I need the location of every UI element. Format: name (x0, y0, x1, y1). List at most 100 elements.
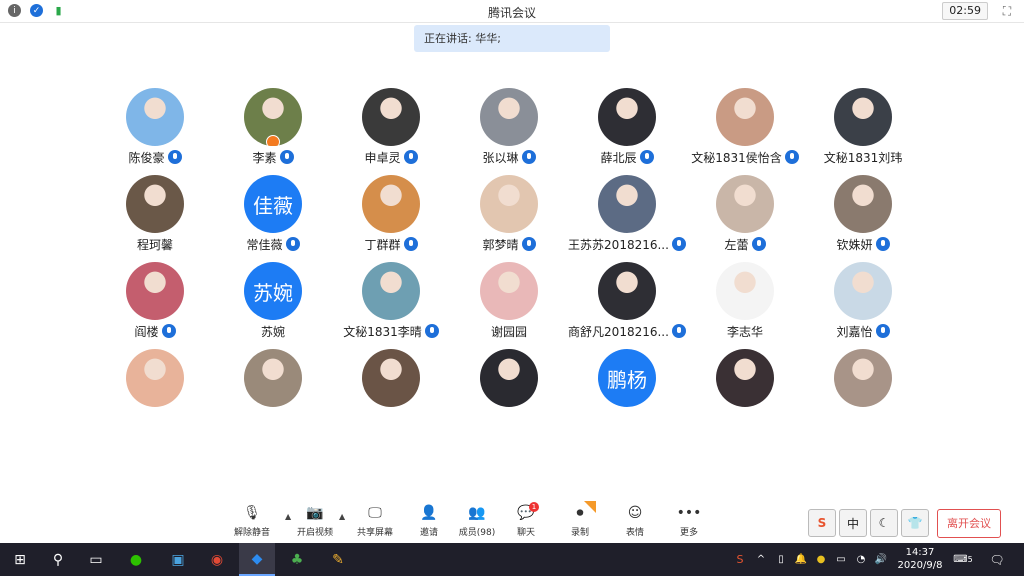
paint-icon[interactable]: ✎ (320, 543, 356, 576)
ime-skin-icon[interactable]: 👕 (901, 509, 929, 537)
start-video-button[interactable]: 📷 开启视频 (287, 503, 343, 538)
leave-meeting-button[interactable]: 离开会议 (937, 509, 1001, 538)
participant-tile[interactable] (96, 349, 214, 436)
participant-tile[interactable] (332, 349, 450, 436)
participant-tile[interactable]: 王苏苏2018216... (568, 175, 686, 262)
unmute-button[interactable]: 🎙 解除静音 (224, 503, 280, 538)
participant-tile[interactable]: 薛北辰 (568, 88, 686, 175)
chat-badge: 1 (529, 502, 539, 512)
participant-tile[interactable] (686, 349, 804, 436)
participant-tile[interactable]: 刘嘉怡 (804, 262, 922, 349)
host-badge-icon (266, 135, 280, 146)
windows-start-icon[interactable]: ⊞ (2, 543, 38, 576)
tray-expand-icon[interactable]: ^ (752, 543, 770, 576)
participant-tile[interactable]: 鹏杨 (568, 349, 686, 436)
mic-icon (671, 237, 686, 251)
more-label: 更多 (679, 528, 698, 538)
participant-tile[interactable]: 程珂馨 (96, 175, 214, 262)
participant-row: 陈俊豪 李素 申卓灵 张以琳 薛北辰 文秘1831侯怡含 文秘1831刘玮 (96, 88, 936, 175)
meeting-timer: 02:59 (942, 2, 988, 20)
fullscreen-icon[interactable]: ⛶ (1000, 4, 1014, 18)
tencent-meeting-icon[interactable]: ◆ (239, 543, 275, 576)
participant-tile[interactable]: 佳薇 常佳薇 (214, 175, 332, 262)
mic-icon (521, 237, 536, 251)
participant-tile[interactable]: 谢园园 (450, 262, 568, 349)
participant-tile[interactable]: 文秘1831侯怡含 (686, 88, 804, 175)
members-label: 成员(98) (458, 528, 496, 538)
participant-name: 阎楼 (134, 324, 159, 339)
action-center-icon[interactable]: 🗨 (984, 543, 1010, 576)
mic-icon (279, 150, 294, 164)
avatar (480, 262, 538, 320)
more-button[interactable]: ••• 更多 (661, 503, 717, 538)
wechat-icon[interactable]: ● (118, 543, 154, 576)
search-icon[interactable]: ⚲ (40, 543, 76, 576)
participant-tile[interactable]: 左蕾 (686, 175, 804, 262)
participant-name: 文秘1831李晴 (343, 324, 422, 339)
participant-tile[interactable]: 丁群群 (332, 175, 450, 262)
participant-tile[interactable] (214, 349, 332, 436)
avatar (834, 175, 892, 233)
participant-row: 阎楼 苏婉 苏婉 文秘1831李晴 谢园园 商舒凡2018216... 李志华刘嘉怡 (96, 262, 936, 349)
participant-tile[interactable]: 钦姝妍 (804, 175, 922, 262)
video-off-icon: 📷 (306, 505, 324, 521)
ime-moon-icon[interactable]: ☾ (870, 509, 898, 537)
participant-name: 程珂馨 (136, 237, 173, 252)
participant-name-line: 谢园园 (491, 323, 527, 339)
task-view-icon[interactable]: ▭ (78, 543, 114, 576)
clover-icon[interactable]: ♣ (279, 543, 315, 576)
chat-button[interactable]: 💬 1 聊天 (498, 502, 554, 538)
participant-name-line: 左蕾 (724, 236, 766, 252)
security-tray-icon[interactable]: ● (812, 543, 830, 576)
participant-name: 陈俊豪 (128, 150, 165, 165)
avatar (126, 349, 184, 407)
mic-icon (403, 237, 418, 251)
chrome-icon[interactable]: ◉ (199, 543, 235, 576)
participant-tile[interactable]: 郭梦晴 (450, 175, 568, 262)
taskbar-clock[interactable]: 14:37 2020/9/8 (893, 546, 947, 572)
participant-tile[interactable]: 文秘1831李晴 (332, 262, 450, 349)
participant-tile[interactable]: 申卓灵 (332, 88, 450, 175)
computer-icon[interactable]: ▣ (160, 543, 196, 576)
participant-tile[interactable]: 文秘1831刘玮 (804, 88, 922, 175)
volume-icon[interactable]: 🔊 (872, 543, 890, 576)
participant-tile[interactable]: 李素 (214, 88, 332, 175)
battery-icon[interactable]: ▭ (832, 543, 850, 576)
share-screen-button[interactable]: 🖵 共享屏幕 (347, 503, 403, 538)
keyboard-icon[interactable]: ⌨ 5 (950, 543, 976, 576)
record-button[interactable]: ⏺ 录制 (552, 501, 608, 538)
wifi-icon[interactable]: ◔ (852, 543, 870, 576)
participant-tile[interactable] (450, 349, 568, 436)
participant-tile[interactable]: 李志华 (686, 262, 804, 349)
participant-tile[interactable]: 商舒凡2018216... (568, 262, 686, 349)
avatar (480, 349, 538, 407)
mic-icon (875, 237, 890, 251)
participant-name: 刘嘉怡 (836, 324, 873, 339)
title-bar: i ✓ ▮ 腾讯会议 02:59 ⛶ (0, 0, 1024, 23)
record-label: 录制 (570, 528, 589, 538)
members-button[interactable]: 👥 成员(98) (449, 503, 505, 538)
emoji-button[interactable]: ☺ 表情 (607, 503, 663, 538)
notification-bell-icon[interactable]: 🔔 (792, 543, 810, 576)
participant-name-line: 刘嘉怡 (836, 323, 890, 339)
participant-tile[interactable]: 张以琳 (450, 88, 568, 175)
sogou-icon[interactable]: S (808, 509, 836, 537)
mic-icon (671, 324, 686, 338)
mic-icon (751, 237, 766, 251)
participant-name: 商舒凡2018216... (568, 324, 669, 339)
mic-icon (521, 150, 536, 164)
usb-icon[interactable]: ▯ (772, 543, 790, 576)
participant-name: 李素 (252, 150, 277, 165)
video-options-caret[interactable]: ▲ (339, 512, 345, 521)
participant-tile[interactable] (804, 349, 922, 436)
avatar (126, 262, 184, 320)
avatar (362, 349, 420, 407)
participant-tile[interactable]: 阎楼 (96, 262, 214, 349)
participant-tile[interactable]: 苏婉 苏婉 (214, 262, 332, 349)
sogou-tray-icon[interactable]: S (730, 543, 750, 576)
avatar: 鹏杨 (598, 349, 656, 407)
ime-mode-button[interactable]: 中 (839, 509, 867, 537)
participant-name-line: 郭梦晴 (482, 236, 536, 252)
participant-tile[interactable]: 陈俊豪 (96, 88, 214, 175)
avatar (716, 88, 774, 146)
